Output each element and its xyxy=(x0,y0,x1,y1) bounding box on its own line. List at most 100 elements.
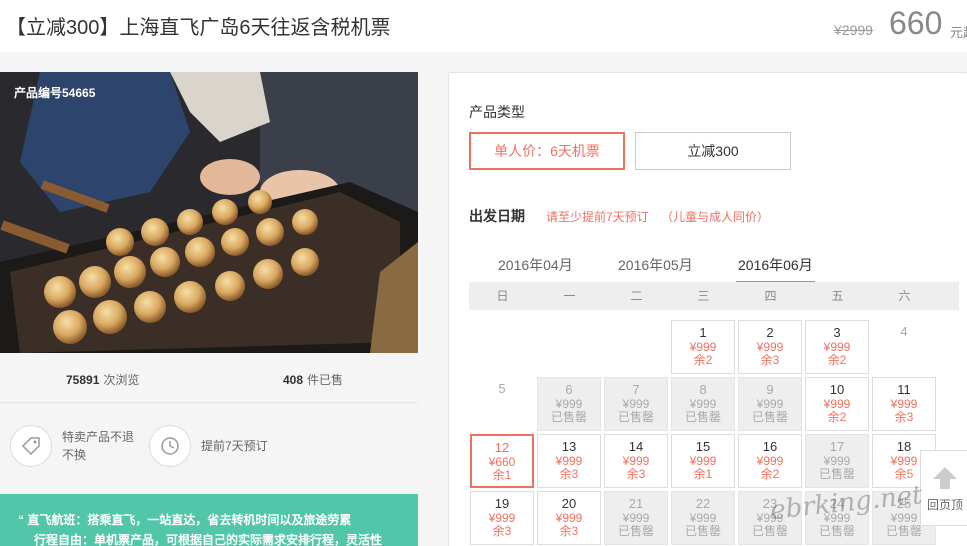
weekday-label: 日 xyxy=(496,289,509,303)
type-option-discount[interactable]: 立减300 xyxy=(635,132,791,170)
back-to-top-label: 回页顶 xyxy=(926,498,963,512)
day-stock: 已售罄 xyxy=(550,410,587,424)
clock-icon xyxy=(149,425,191,467)
product-type-label: 产品类型 xyxy=(469,104,525,120)
day-stock: 余3 xyxy=(559,467,579,481)
day-number: 9 xyxy=(766,382,774,397)
day-number: 7 xyxy=(632,382,640,397)
day-number: 12 xyxy=(494,440,510,455)
day-number: 19 xyxy=(494,496,510,511)
day-number: 13 xyxy=(561,439,577,454)
calendar-day-20[interactable]: 20 ¥999 余3 xyxy=(537,491,601,545)
calendar-day-4: 4 xyxy=(872,320,936,374)
day-stock: 已售罄 xyxy=(684,410,721,424)
day-stock: 余1 xyxy=(492,468,512,482)
day-stock: 已售罄 xyxy=(751,410,788,424)
day-stock: 余3 xyxy=(626,467,646,481)
calendar-day-11[interactable]: 11 ¥999 余3 xyxy=(872,377,936,431)
day-stock: 余2 xyxy=(760,467,780,481)
weekday-label: 二 xyxy=(630,289,643,303)
calendar-day-17: 17 ¥999 已售罄 xyxy=(805,434,869,488)
month-tab-2016-04[interactable]: 2016年04月 xyxy=(498,255,573,281)
month-tab-2016-06[interactable]: 2016年06月 xyxy=(736,255,815,284)
calendar-day-7: 7 ¥999 已售罄 xyxy=(604,377,668,431)
advance-booking-hint: 请至少提前7天预订 xyxy=(546,210,649,224)
calendar-day-12[interactable]: 12 ¥660 余1 xyxy=(470,434,534,488)
day-number: 17 xyxy=(829,439,845,454)
back-to-top-button[interactable]: 回页顶 xyxy=(920,450,967,526)
day-stock: 余3 xyxy=(492,524,512,538)
day-stock: 已售罄 xyxy=(684,524,721,538)
product-code: 产品编号54665 xyxy=(14,86,96,100)
price-unit: 元起 xyxy=(950,25,967,40)
day-stock: 已售罄 xyxy=(617,524,654,538)
views-stat: 75891 次浏览 xyxy=(66,371,139,388)
calendar-day-3[interactable]: 3 ¥999 余2 xyxy=(805,320,869,374)
type-option-single[interactable]: 单人价：6天机票 xyxy=(469,132,625,170)
child-price-hint: （儿童与成人同价） xyxy=(661,210,770,224)
tag-icon xyxy=(10,425,52,467)
takoyaki-photo-illustration xyxy=(0,72,418,353)
weekday-label: 三 xyxy=(697,289,710,303)
feature-text: 提前7天预订 xyxy=(201,439,268,453)
calendar-day-8: 8 ¥999 已售罄 xyxy=(671,377,735,431)
calendar-day-10[interactable]: 10 ¥999 余2 xyxy=(805,377,869,431)
day-number: 2 xyxy=(766,325,774,340)
day-stock: 已售罄 xyxy=(818,467,855,481)
calendar-day-21: 21 ¥999 已售罄 xyxy=(604,491,668,545)
feature-advance-booking: 提前7天预订 xyxy=(149,425,273,467)
calendar-day-13[interactable]: 13 ¥999 余3 xyxy=(537,434,601,488)
feature-no-refund: 特卖产品不退不换 xyxy=(10,425,134,467)
day-stock: 余3 xyxy=(559,524,579,538)
views-count: 75891 xyxy=(66,373,100,387)
day-number: 1 xyxy=(699,325,707,340)
sold-label: 件已售 xyxy=(307,373,344,387)
arrow-up-icon xyxy=(921,465,967,494)
day-stock: 已售罄 xyxy=(751,524,788,538)
calendar-day-6: 6 ¥999 已售罄 xyxy=(537,377,601,431)
day-number: 4 xyxy=(900,324,908,339)
day-number: 14 xyxy=(628,439,644,454)
day-number: 8 xyxy=(699,382,707,397)
day-number: 5 xyxy=(498,381,506,396)
weekday-header: 日 一 二 三 四 五 六 xyxy=(469,282,959,310)
calendar-day-1[interactable]: 1 ¥999 余2 xyxy=(671,320,735,374)
weekday-label: 五 xyxy=(831,289,844,303)
calendar-day-2[interactable]: 2 ¥999 余3 xyxy=(738,320,802,374)
weekday-label: 一 xyxy=(563,289,576,303)
views-label: 次浏览 xyxy=(103,373,140,387)
day-stock: 已售罄 xyxy=(818,524,855,538)
departure-date-label: 出发日期 xyxy=(469,208,525,224)
day-stock: 已售罄 xyxy=(885,524,922,538)
calendar-day-14[interactable]: 14 ¥999 余3 xyxy=(604,434,668,488)
day-number: 6 xyxy=(565,382,573,397)
calendar-day-19[interactable]: 19 ¥999 余3 xyxy=(470,491,534,545)
calendar-day-5: 5 xyxy=(470,377,534,431)
calendar-day-22: 22 ¥999 已售罄 xyxy=(671,491,735,545)
day-stock: 余1 xyxy=(693,467,713,481)
original-price: ¥2999 xyxy=(834,22,873,38)
day-number: 11 xyxy=(897,382,911,397)
booking-panel: 产品类型 单人价：6天机票 立减300 出发日期 请至少提前7天预订 （儿童与成… xyxy=(448,72,967,546)
promo-line: “ 直飞航班：搭乘直飞，一站直达，省去转机时间以及旅途劳累 xyxy=(18,513,352,527)
day-stock: 余3 xyxy=(894,410,914,424)
day-number: 3 xyxy=(833,325,841,340)
day-stock: 余3 xyxy=(760,353,780,367)
product-photo[interactable]: 产品编号54665 xyxy=(0,72,418,353)
promo-line: 行程自由：单机票产品，可根据自己的实际需求安排行程，灵活性 xyxy=(34,533,383,546)
month-tab-2016-05[interactable]: 2016年05月 xyxy=(618,255,693,281)
feature-text: 特卖产品不退不换 xyxy=(62,430,135,462)
weekday-label: 四 xyxy=(764,289,777,303)
calendar-day-9: 9 ¥999 已售罄 xyxy=(738,377,802,431)
calendar-day-16[interactable]: 16 ¥999 余2 xyxy=(738,434,802,488)
day-number: 15 xyxy=(695,439,711,454)
day-stock: 余2 xyxy=(827,353,847,367)
sold-count: 408 xyxy=(283,373,304,387)
day-number: 20 xyxy=(561,496,577,511)
weekday-label: 六 xyxy=(898,289,911,303)
day-number: 16 xyxy=(762,439,778,454)
calendar-day-15[interactable]: 15 ¥999 余1 xyxy=(671,434,735,488)
product-features: 特卖产品不退不换 提前7天预订 xyxy=(0,417,418,477)
product-header: 【立减300】上海直飞广岛6天往返含税机票 ¥2999 660 元起 xyxy=(0,0,967,52)
promo-highlights: “ 直飞航班：搭乘直飞，一站直达，省去转机时间以及旅途劳累 行程自由：单机票产品… xyxy=(0,494,418,546)
